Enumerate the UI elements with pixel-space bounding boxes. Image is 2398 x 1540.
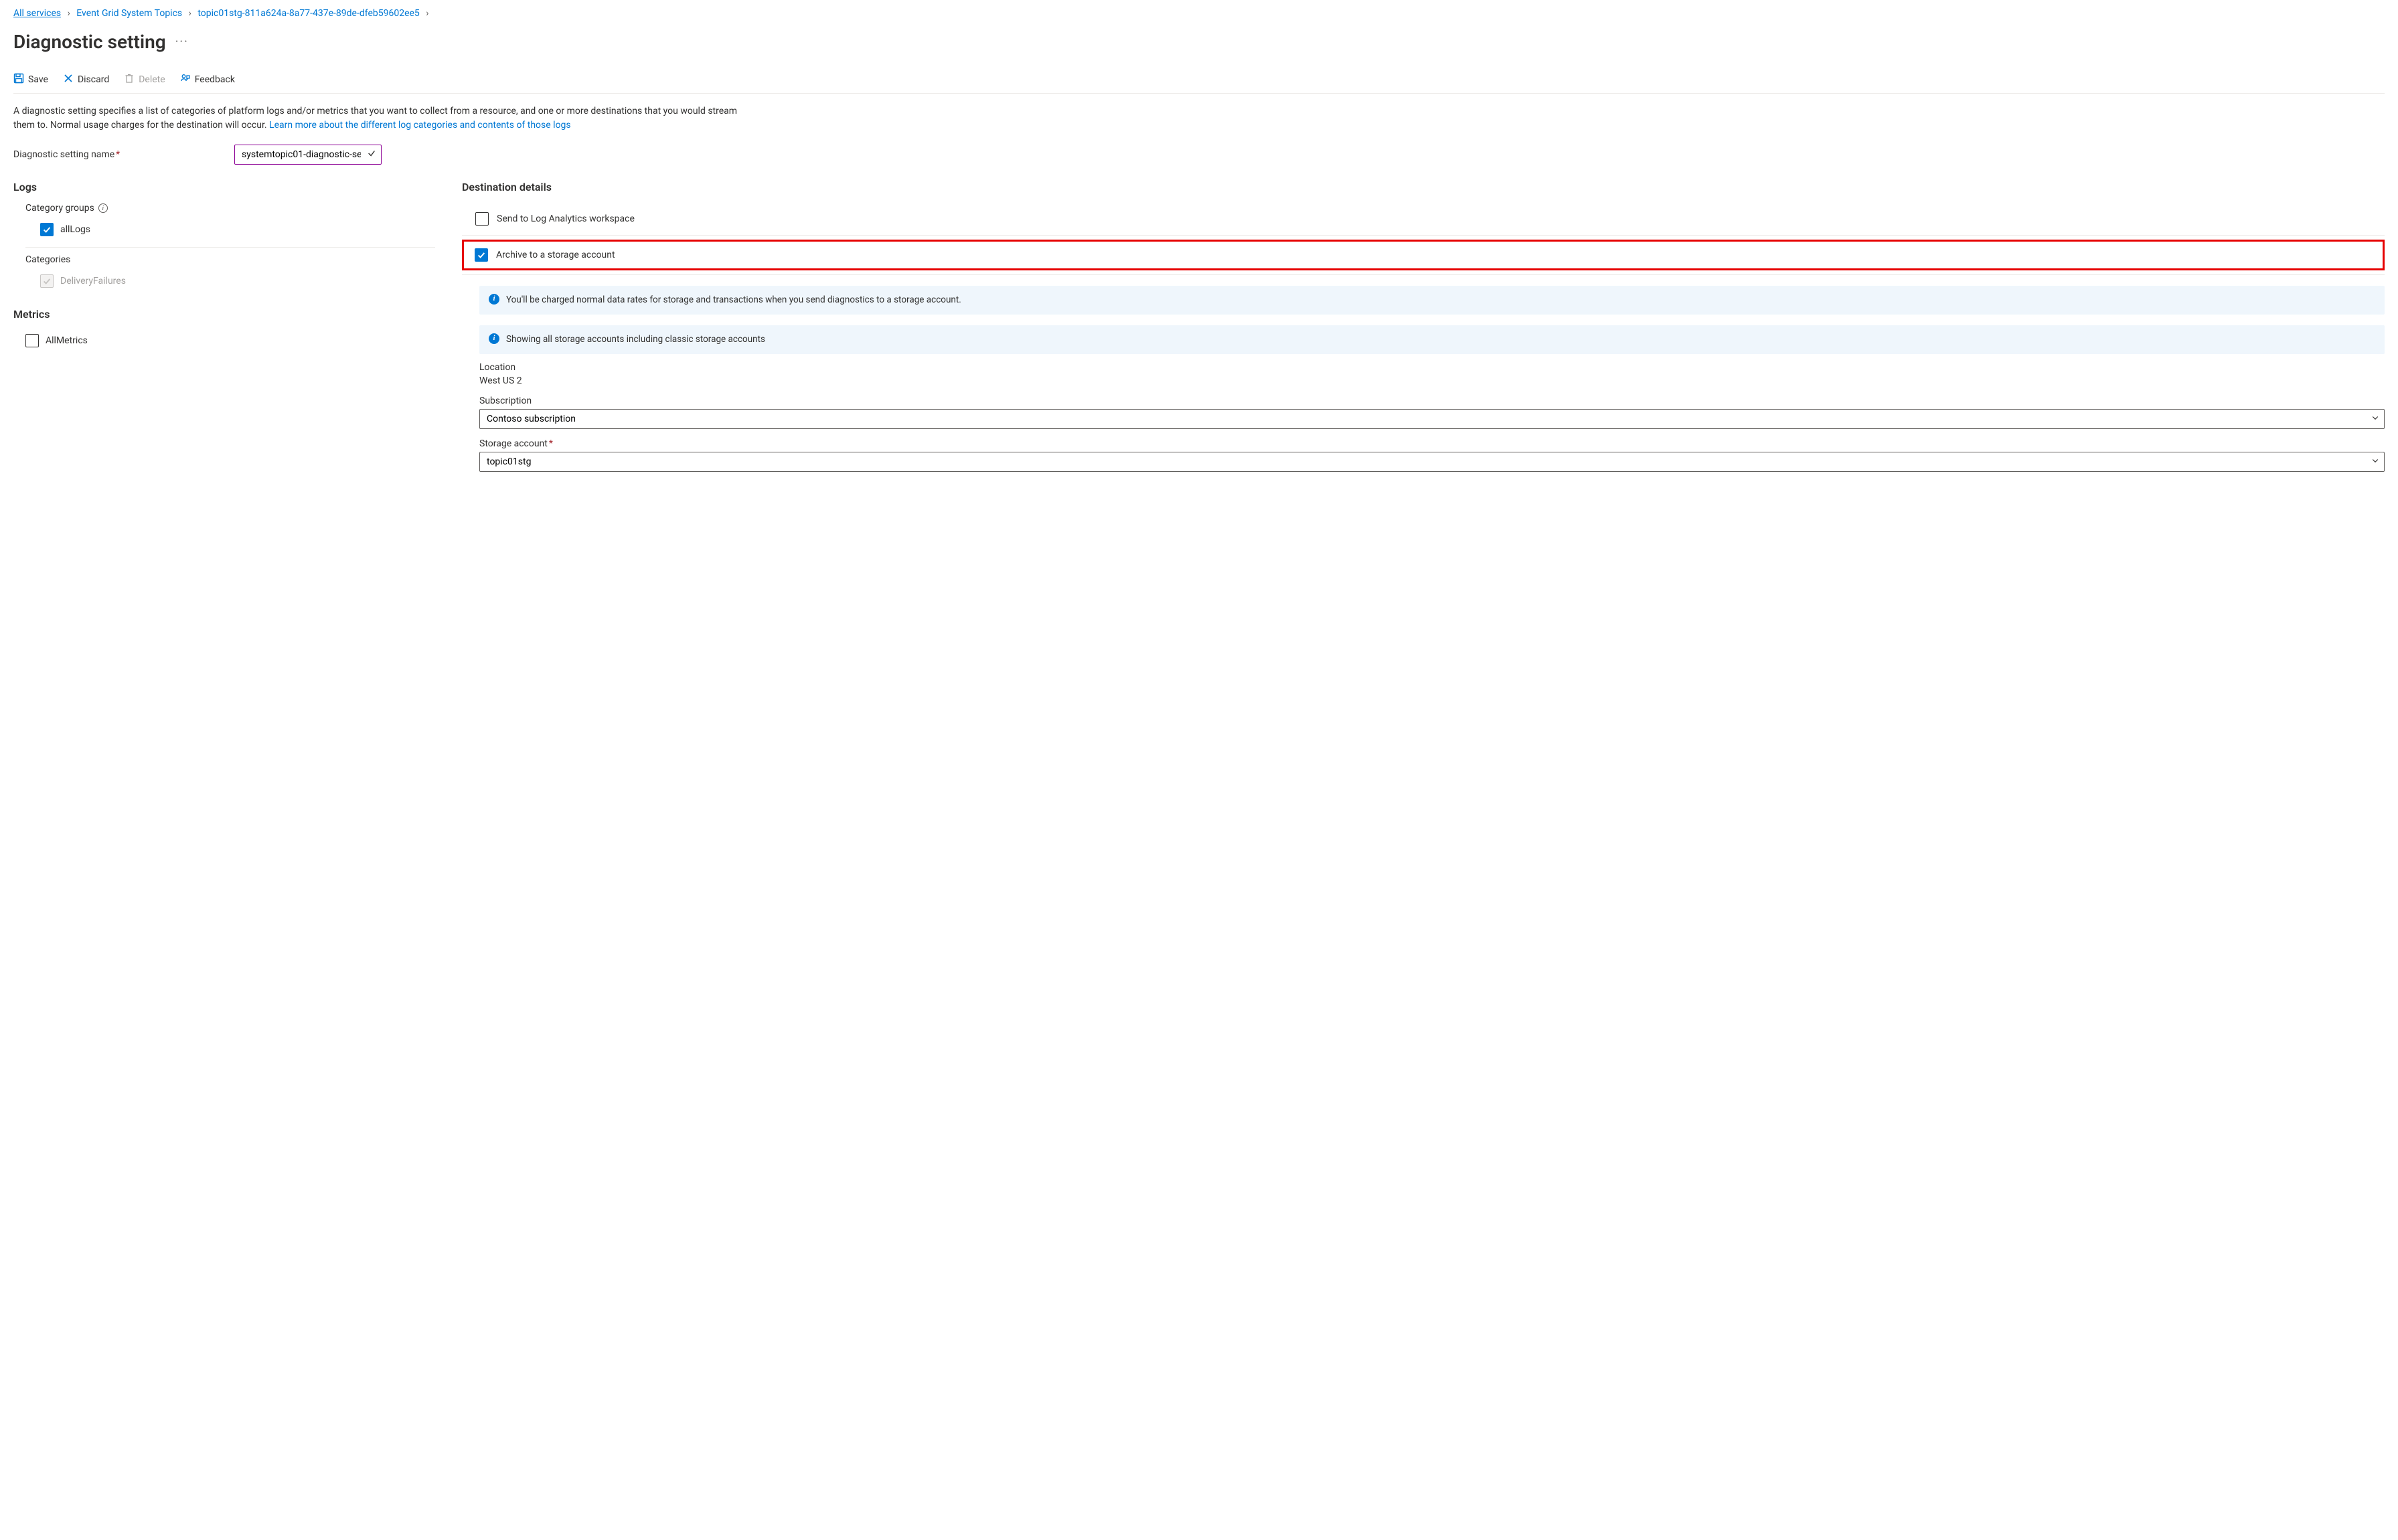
delete-button: Delete — [124, 73, 165, 86]
archive-storage-label: Archive to a storage account — [496, 250, 615, 260]
chevron-right-icon: › — [189, 8, 191, 19]
alllogs-checkbox[interactable] — [40, 223, 54, 236]
breadcrumb-link-all-services[interactable]: All services — [13, 8, 61, 19]
deliveryfailures-checkbox — [40, 274, 54, 288]
allmetrics-checkbox[interactable] — [25, 334, 39, 347]
learn-more-link[interactable]: Learn more about the different log categ… — [269, 120, 571, 131]
save-icon — [13, 73, 24, 86]
info-icon[interactable]: i — [98, 203, 108, 213]
location-label: Location — [479, 362, 2385, 373]
discard-button[interactable]: Discard — [63, 73, 109, 86]
discard-label: Discard — [78, 74, 109, 85]
chevron-right-icon: › — [68, 8, 70, 19]
description-text: A diagnostic setting specifies a list of… — [13, 104, 750, 133]
storage-account-label: Storage account* — [479, 438, 2385, 449]
logs-heading: Logs — [13, 181, 435, 193]
category-groups-label: Category groups — [25, 203, 94, 213]
setting-name-input[interactable] — [234, 145, 382, 165]
alllogs-label: allLogs — [60, 224, 90, 235]
trash-icon — [124, 73, 135, 86]
categories-label: Categories — [25, 254, 70, 265]
setting-name-label: Diagnostic setting name* — [13, 149, 234, 160]
storage-listing-info: i Showing all storage accounts including… — [479, 325, 2385, 354]
feedback-label: Feedback — [195, 74, 235, 85]
feedback-button[interactable]: Feedback — [180, 73, 235, 86]
feedback-icon — [180, 73, 191, 86]
location-value: West US 2 — [479, 375, 2385, 386]
page-title: Diagnostic setting — [13, 31, 166, 53]
info-icon: i — [489, 294, 499, 305]
destination-heading: Destination details — [462, 181, 2385, 193]
archive-storage-checkbox[interactable] — [475, 248, 488, 262]
breadcrumb: All services › Event Grid System Topics … — [13, 8, 2385, 19]
subscription-label: Subscription — [479, 396, 2385, 406]
allmetrics-label: AllMetrics — [46, 335, 88, 346]
more-actions-button[interactable]: ··· — [175, 35, 189, 49]
close-icon — [63, 73, 74, 86]
save-label: Save — [28, 74, 48, 85]
metrics-heading: Metrics — [13, 308, 435, 321]
info-icon: i — [489, 333, 499, 344]
toolbar: Save Discard Delete Feedback — [13, 73, 2385, 94]
storage-account-select[interactable] — [479, 452, 2385, 472]
deliveryfailures-label: DeliveryFailures — [60, 276, 126, 286]
delete-label: Delete — [139, 74, 165, 85]
breadcrumb-link-topic[interactable]: topic01stg-811a624a-8a77-437e-89de-dfeb5… — [197, 8, 419, 19]
save-button[interactable]: Save — [13, 73, 48, 86]
subscription-select[interactable] — [479, 409, 2385, 429]
storage-charge-info: i You'll be charged normal data rates fo… — [479, 286, 2385, 315]
chevron-right-icon: › — [426, 8, 428, 19]
breadcrumb-link-system-topics[interactable]: Event Grid System Topics — [76, 8, 182, 19]
send-law-label: Send to Log Analytics workspace — [497, 213, 635, 224]
send-law-checkbox[interactable] — [475, 212, 489, 226]
